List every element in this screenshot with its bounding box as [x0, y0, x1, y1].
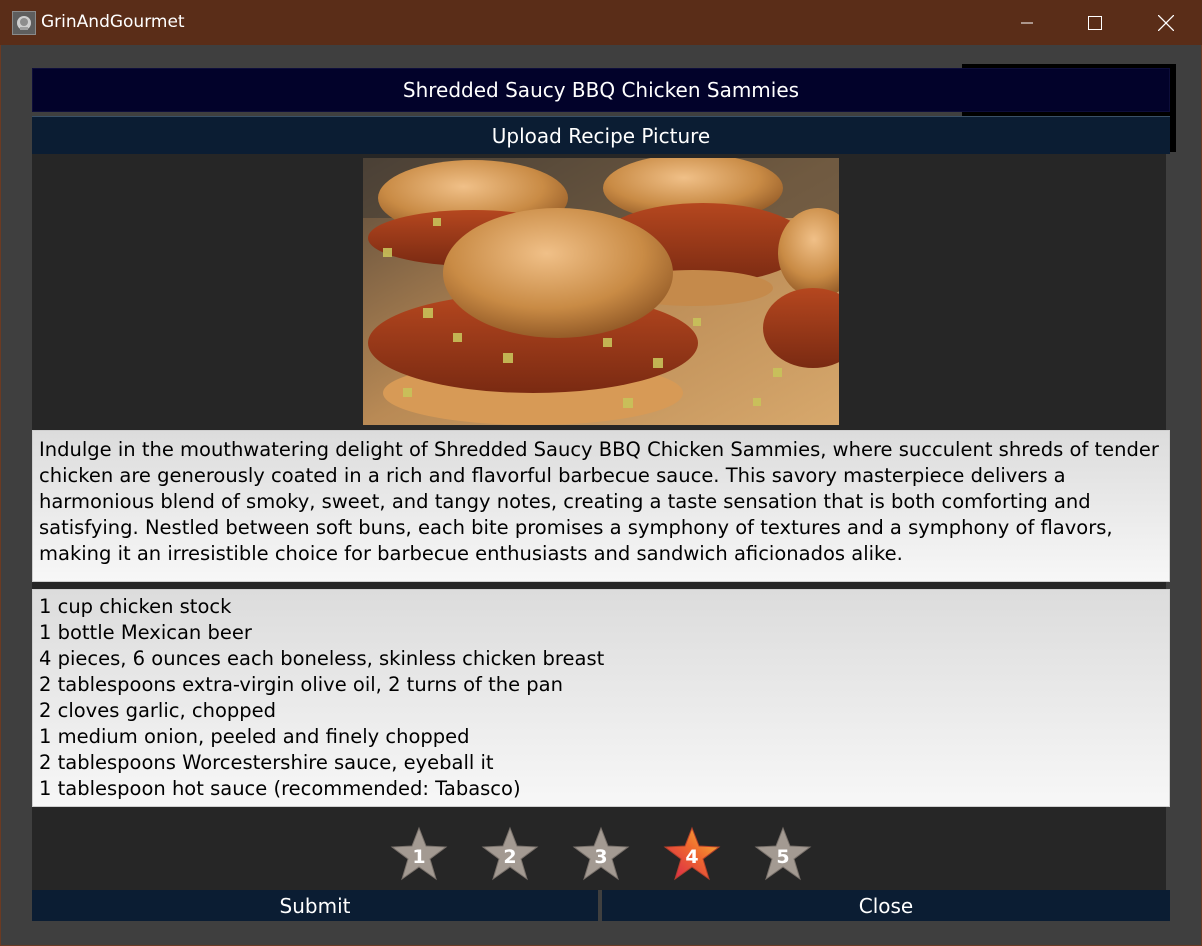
- minimize-button[interactable]: [1004, 0, 1050, 45]
- star-icon: 1: [390, 826, 448, 881]
- star-4-button[interactable]: 4: [661, 826, 723, 882]
- ingredients-textbox[interactable]: 1 cup chicken stock 1 bottle Mexican bee…: [32, 589, 1170, 807]
- window-title: GrinAndGourmet: [41, 12, 185, 32]
- maximize-icon: [1088, 15, 1102, 30]
- minimize-icon: [1021, 22, 1033, 23]
- ingredient-line: 2 tablespoons extra-virgin olive oil, 2 …: [39, 673, 563, 696]
- star-label: 3: [594, 846, 607, 868]
- ingredient-line: 1 tablespoon hot sauce (recommended: Tab…: [39, 777, 521, 800]
- ingredient-line: 1 medium onion, peeled and finely choppe…: [39, 725, 470, 748]
- star-label: 2: [503, 846, 516, 868]
- star-icon: 3: [572, 826, 630, 881]
- app-icon: [12, 11, 36, 35]
- star-1-button[interactable]: 1: [388, 826, 450, 882]
- close-icon: [1158, 14, 1174, 31]
- ingredient-line: 2 cloves garlic, chopped: [39, 699, 277, 722]
- star-label: 1: [412, 846, 425, 868]
- submit-button[interactable]: Submit: [32, 890, 598, 921]
- star-icon: 4: [663, 826, 721, 881]
- star-2-button[interactable]: 2: [479, 826, 541, 882]
- description-textbox[interactable]: Indulge in the mouthwatering delight of …: [32, 430, 1170, 582]
- upload-picture-button[interactable]: Upload Recipe Picture: [32, 116, 1170, 154]
- ingredient-line: 1 bottle Mexican beer: [39, 621, 252, 644]
- ingredient-line: 2 tablespoons Worcestershire sauce, eyeb…: [39, 751, 494, 774]
- star-label: 4: [685, 846, 698, 868]
- ingredient-line: 1 cup chicken stock: [39, 595, 232, 618]
- ingredient-line: 4 pieces, 6 ounces each boneless, skinle…: [39, 647, 605, 670]
- recipe-photo: [363, 154, 863, 425]
- star-icon: 2: [481, 826, 539, 881]
- star-icon: 5: [754, 826, 812, 881]
- star-3-button[interactable]: 3: [570, 826, 632, 882]
- recipe-title[interactable]: Shredded Saucy BBQ Chicken Sammies: [32, 68, 1170, 112]
- title-bar: GrinAndGourmet: [0, 0, 1202, 45]
- star-label: 5: [776, 846, 789, 868]
- star-5-button[interactable]: 5: [752, 826, 814, 882]
- close-button[interactable]: Close: [602, 890, 1170, 921]
- close-window-button[interactable]: [1143, 0, 1189, 45]
- maximize-button[interactable]: [1072, 0, 1118, 45]
- rating-stars: 1 2 3 4 5: [0, 826, 1202, 882]
